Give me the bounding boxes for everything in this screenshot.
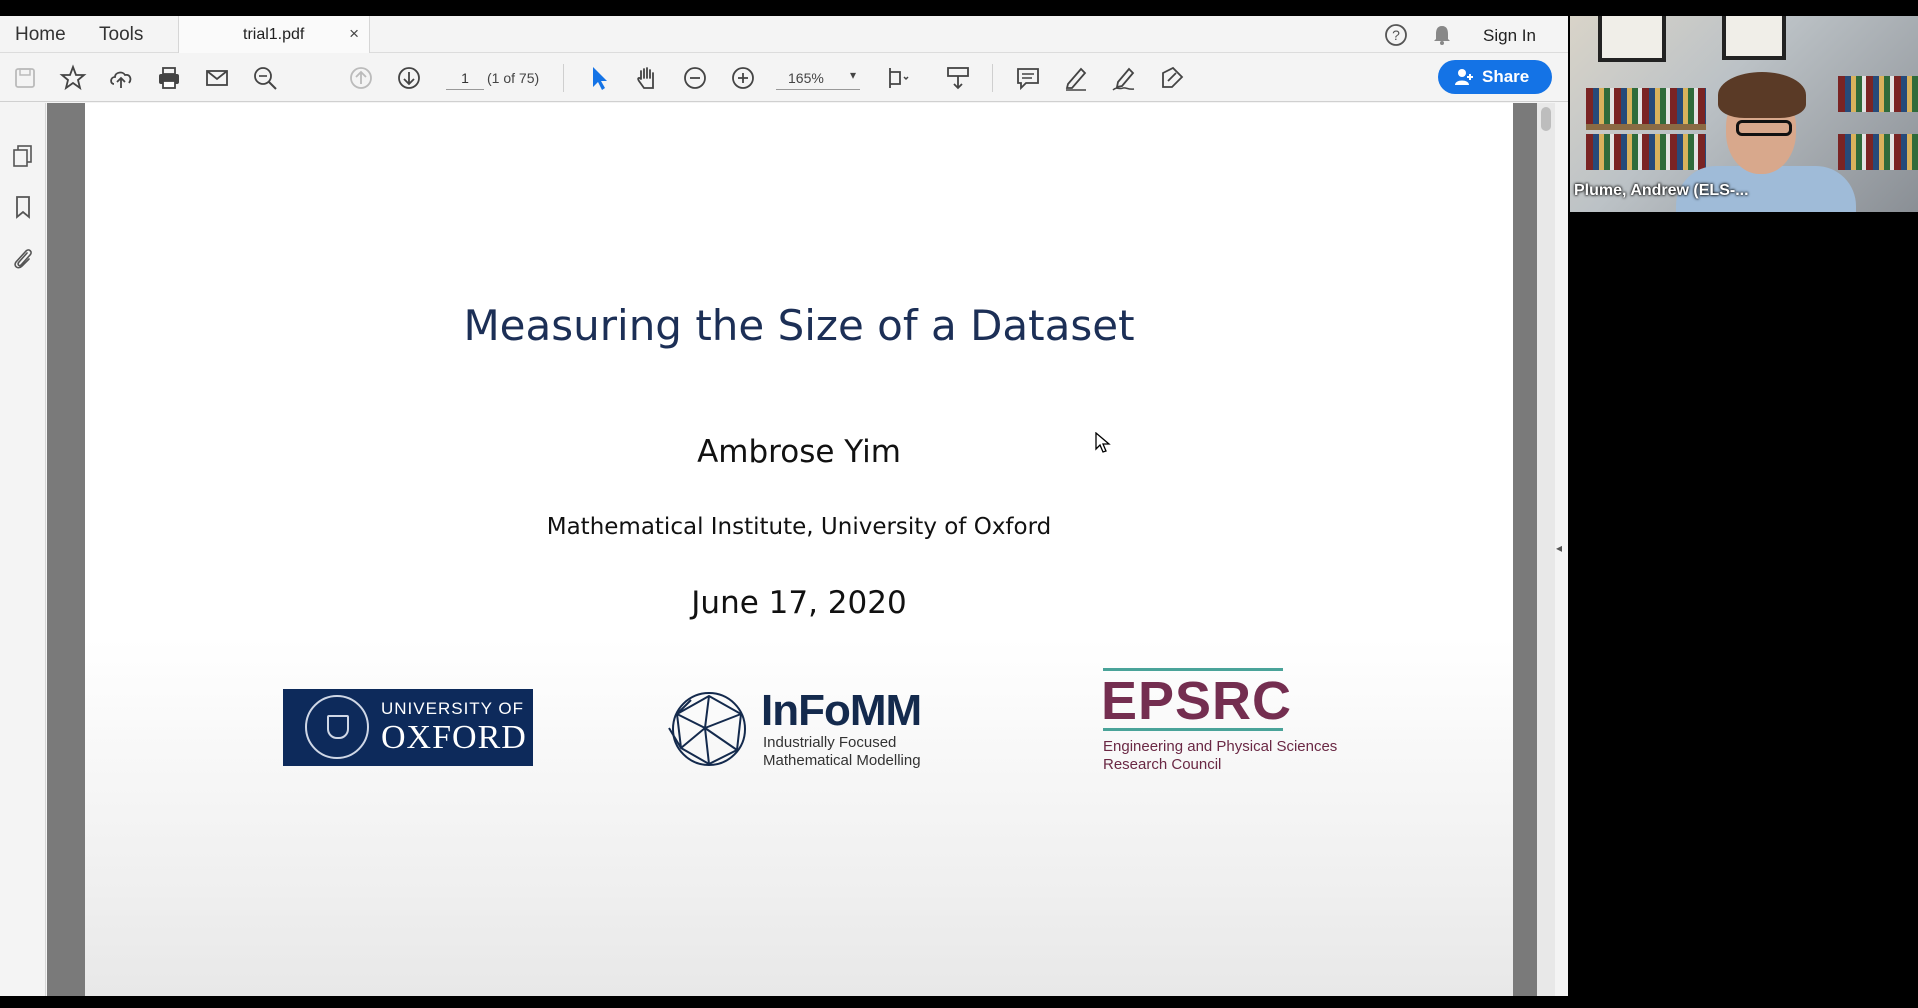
right-pane-toggle[interactable]: ◂ — [1555, 103, 1568, 996]
infomm-tagline-1: Industrially Focused — [763, 734, 897, 751]
tab-title: trial1.pdf — [243, 26, 305, 43]
participant-name: Plume, Andrew (ELS-... — [1574, 182, 1749, 199]
toolbar-divider — [563, 64, 564, 92]
upload-cloud-icon[interactable] — [107, 64, 135, 92]
highlight-pen-icon[interactable] — [1062, 64, 1090, 92]
page-thumbnails-icon[interactable] — [10, 143, 36, 169]
pdf-page: Measuring the Size of a Dataset Ambrose … — [85, 103, 1513, 996]
share-button[interactable]: Share — [1438, 60, 1552, 94]
slide-institute: Mathematical Institute, University of Ox… — [546, 514, 1052, 540]
select-arrow-icon[interactable] — [585, 64, 613, 92]
zoom-search-icon[interactable] — [251, 64, 279, 92]
infomm-network-icon — [668, 692, 746, 766]
vertical-scrollbar[interactable] — [1537, 103, 1555, 996]
oxford-crest-icon — [305, 695, 369, 759]
home-menu[interactable]: Home — [15, 24, 66, 46]
epsrc-name: EPSRC — [1101, 671, 1293, 731]
share-label: Share — [1482, 67, 1530, 86]
bookshelf — [1586, 124, 1706, 130]
tools-menu[interactable]: Tools — [99, 24, 143, 46]
next-page-icon[interactable] — [395, 64, 423, 92]
chevron-down-icon: ▾ — [849, 68, 856, 82]
epsrc-tagline-1: Engineering and Physical Sciences — [1103, 738, 1338, 755]
participant-hair — [1718, 72, 1806, 118]
notification-bell-icon[interactable] — [1429, 22, 1455, 48]
wall-picture — [1722, 16, 1786, 60]
oxford-logo: UNIVERSITY OF OXFORD — [283, 689, 533, 766]
video-participant-tile[interactable]: Plume, Andrew (ELS-... — [1570, 16, 1918, 212]
comment-icon[interactable] — [1014, 64, 1042, 92]
toolbar: (1 of 75) 165% ▾ — [0, 54, 1568, 102]
bookshelf-books — [1586, 88, 1706, 124]
close-tab-icon[interactable]: × — [349, 24, 359, 44]
expand-right-pane-icon[interactable]: ◂ — [1556, 541, 1562, 555]
oxford-logo-line2: OXFORD — [381, 719, 527, 756]
pdf-viewer-window: Home Tools trial1.pdf × ? Sign In 1 (1 o… — [0, 16, 1568, 996]
email-icon[interactable] — [203, 64, 231, 92]
zoom-level-select[interactable]: 165% ▾ — [776, 66, 860, 90]
bookmark-star-icon[interactable] — [59, 64, 87, 92]
epsrc-bottom-rule — [1103, 728, 1283, 731]
edit-pdf-icon[interactable] — [1158, 64, 1186, 92]
participant-glasses — [1736, 120, 1792, 136]
scrollbar-thumb[interactable] — [1541, 107, 1551, 131]
slide-date: June 17, 2020 — [691, 585, 907, 621]
sign-in-link[interactable]: Sign In — [1483, 26, 1536, 46]
sign-icon[interactable] — [1110, 64, 1138, 92]
wall-picture — [1598, 16, 1666, 62]
attachments-paperclip-icon[interactable] — [10, 245, 36, 271]
mouse-cursor-icon — [1095, 432, 1111, 453]
bookshelf-books — [1838, 134, 1918, 170]
bookshelf-books — [1838, 76, 1918, 112]
page-number-input[interactable] — [446, 66, 484, 90]
infomm-name: InFoMM — [761, 686, 922, 735]
epsrc-logo: EPSRC Engineering and Physical Sciences … — [1101, 668, 1373, 773]
bookmarks-icon[interactable] — [10, 194, 36, 220]
infomm-tagline-2: Mathematical Modelling — [763, 752, 921, 769]
toolbar-divider — [992, 64, 993, 92]
slide-author: Ambrose Yim — [697, 434, 901, 470]
document-tab[interactable]: trial1.pdf × — [178, 16, 370, 53]
page-count: (1 of 75) — [487, 70, 540, 86]
bookshelf-books — [1586, 134, 1706, 170]
save-icon[interactable] — [11, 64, 39, 92]
hand-tool-icon[interactable] — [633, 64, 661, 92]
print-icon[interactable] — [155, 64, 183, 92]
oxford-logo-line1: UNIVERSITY OF — [381, 699, 525, 718]
left-nav-pane — [0, 103, 46, 996]
page-fit-icon[interactable] — [885, 64, 913, 92]
svg-text:?: ? — [1392, 27, 1400, 43]
help-icon[interactable]: ? — [1383, 22, 1409, 48]
epsrc-tagline-2: Research Council — [1103, 756, 1222, 773]
zoom-out-icon[interactable] — [681, 64, 709, 92]
scroll-mode-icon[interactable] — [944, 64, 972, 92]
zoom-value: 165% — [788, 70, 824, 86]
slide-title: Measuring the Size of a Dataset — [463, 301, 1135, 350]
person-add-icon — [1454, 68, 1474, 86]
prev-page-icon[interactable] — [347, 64, 375, 92]
zoom-in-icon[interactable] — [729, 64, 757, 92]
document-area: Measuring the Size of a Dataset Ambrose … — [47, 103, 1555, 996]
menu-bar: Home Tools trial1.pdf × ? Sign In — [0, 16, 1568, 53]
infomm-logo: InFoMM Industrially Focused Mathematical… — [667, 686, 927, 772]
